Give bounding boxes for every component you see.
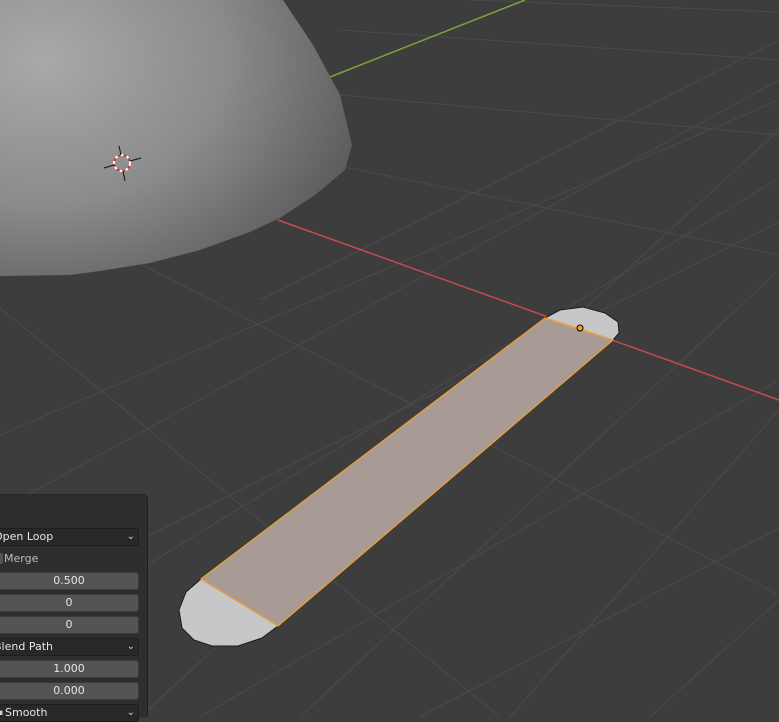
interpolation-label: Blend Path	[0, 640, 53, 653]
merge-checkbox-row[interactable]: Merge	[0, 550, 139, 568]
smooth-curve-icon: ∎	[0, 708, 4, 718]
chevron-down-icon: ⌄	[126, 531, 135, 542]
profile-shape-dropdown[interactable]: ∎ Smooth ⌄	[0, 704, 139, 722]
operator-redo-panel: Open Loop ⌄ Merge 0.500 0 0 Blend Path ⌄…	[0, 495, 147, 722]
number-field-1[interactable]: 0.500	[0, 572, 139, 590]
chevron-down-icon: ⌄	[126, 641, 135, 652]
merge-checkbox[interactable]	[0, 553, 3, 564]
number-field-3[interactable]: 0	[0, 616, 139, 634]
loop-type-label: Open Loop	[0, 530, 54, 543]
interpolation-dropdown[interactable]: Blend Path ⌄	[0, 638, 139, 656]
number-field-2[interactable]: 0	[0, 594, 139, 612]
profile-shape-label: Smooth	[5, 706, 48, 719]
selected-vertex-icon[interactable]	[576, 324, 584, 332]
merge-label: Merge	[4, 552, 39, 565]
number-field-5[interactable]: 1.000	[0, 660, 139, 678]
chevron-down-icon: ⌄	[126, 707, 135, 718]
number-field-6[interactable]: 0.000	[0, 682, 139, 700]
loop-type-dropdown[interactable]: Open Loop ⌄	[0, 528, 139, 546]
